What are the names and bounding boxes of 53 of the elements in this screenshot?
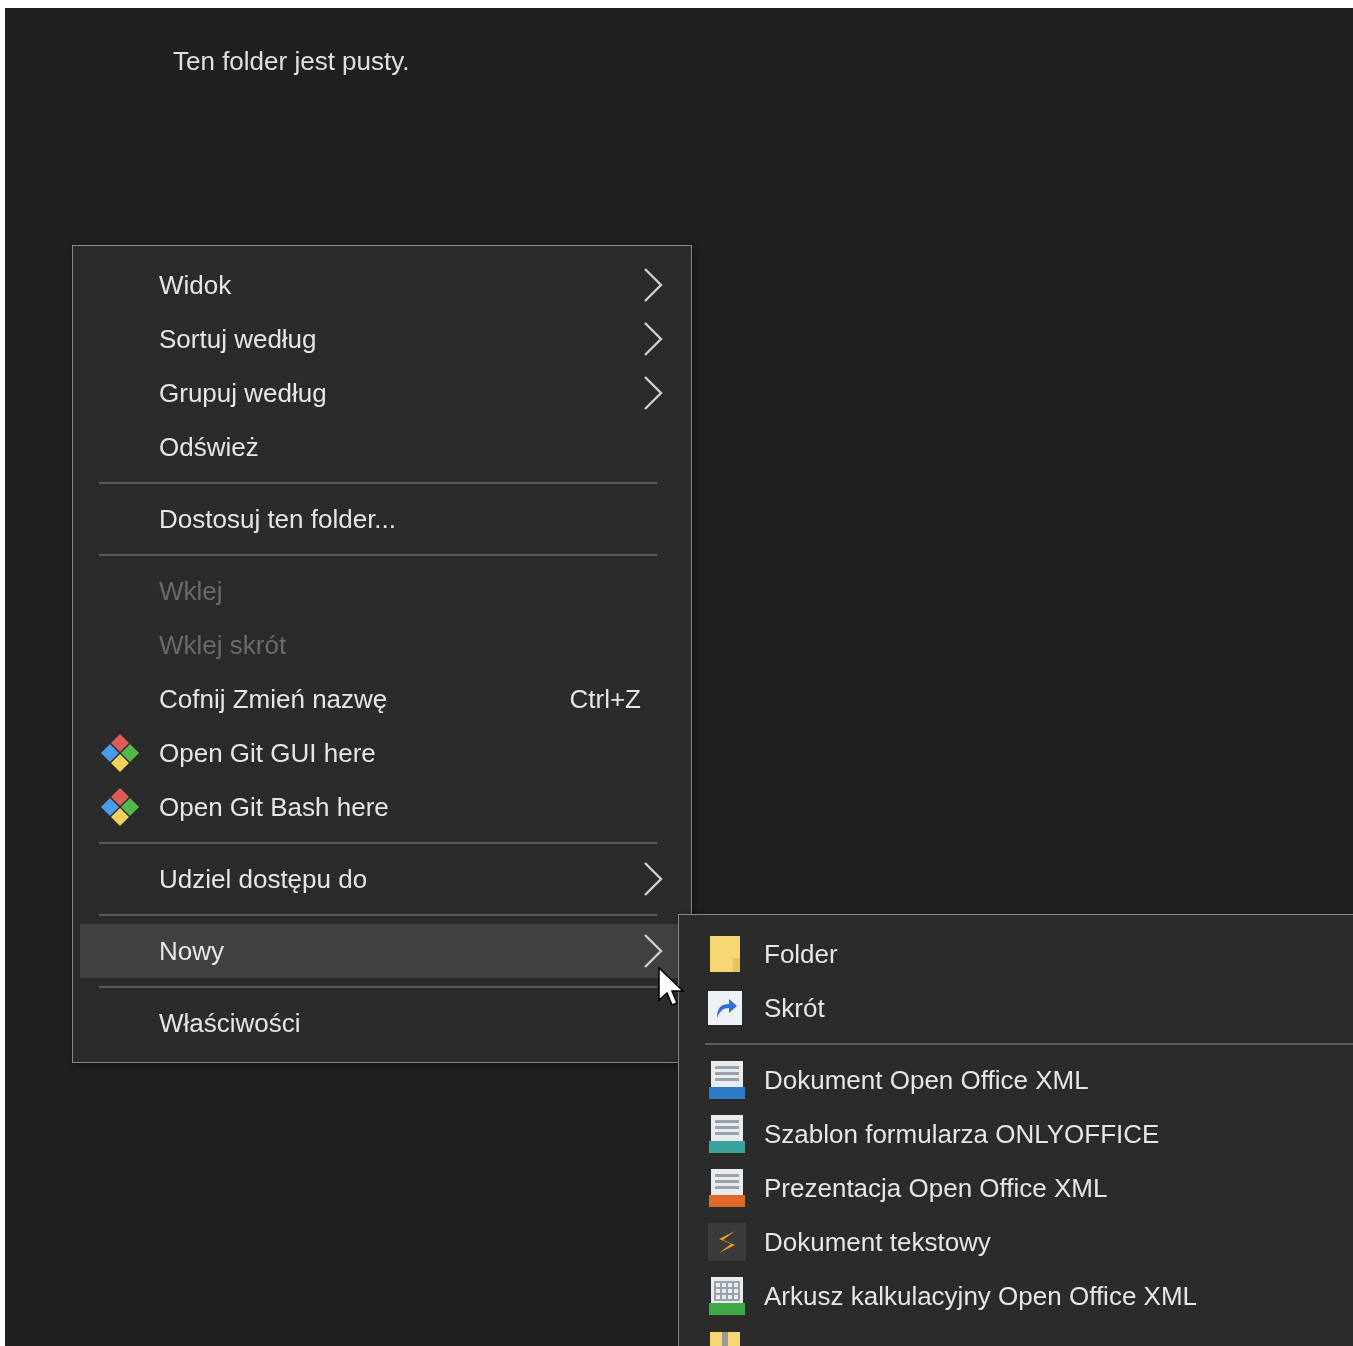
chevron-right-icon bbox=[643, 933, 663, 969]
menu-item[interactable]: Dostosuj ten folder... bbox=[80, 492, 684, 546]
menu-item[interactable]: Skrót bbox=[686, 981, 1353, 1035]
cursor-icon bbox=[657, 966, 685, 1008]
menu-item-label: Sortuj według bbox=[159, 323, 318, 355]
menu-item-label: Arkusz kalkulacyjny Open Office XML bbox=[764, 1280, 1199, 1312]
menu-item-label: Dokument Open Office XML bbox=[764, 1064, 1090, 1096]
menu-item[interactable]: Folder bbox=[686, 927, 1353, 981]
git-icon bbox=[99, 786, 141, 828]
menu-item-label: Wklej skrót bbox=[159, 629, 288, 661]
git-icon bbox=[99, 732, 141, 774]
menu-item[interactable]: Widok bbox=[80, 258, 684, 312]
menu-item[interactable]: Szablon formularza ONLYOFFICE bbox=[686, 1107, 1353, 1161]
menu-item-label: Grupuj według bbox=[159, 377, 328, 409]
menu-item[interactable]: Prezentacja Open Office XML bbox=[686, 1161, 1353, 1215]
menu-item-label: Nowy bbox=[159, 935, 225, 967]
empty-folder-message: Ten folder jest pusty. bbox=[173, 46, 410, 77]
shortcut-label: Ctrl+Z bbox=[569, 683, 641, 715]
menu-item[interactable]: Udziel dostępu do bbox=[80, 852, 684, 906]
folder-icon bbox=[707, 934, 743, 974]
menu-item[interactable]: Odśwież bbox=[80, 420, 684, 474]
menu-item[interactable]: Cofnij Zmień nazwę Ctrl+Z bbox=[80, 672, 684, 726]
text-editor-icon bbox=[707, 1222, 747, 1262]
shortcut-icon bbox=[707, 990, 743, 1026]
menu-item-label: Prezentacja Open Office XML bbox=[764, 1172, 1109, 1204]
chevron-right-icon bbox=[643, 321, 663, 357]
menu-item-label: Open Git Bash here bbox=[159, 791, 390, 823]
document-icon bbox=[707, 1168, 747, 1208]
menu-item-label: Cofnij Zmień nazwę bbox=[159, 683, 389, 715]
chevron-right-icon bbox=[643, 861, 663, 897]
document-icon bbox=[707, 1060, 747, 1100]
menu-item-label: Szablon formularza ONLYOFFICE bbox=[764, 1118, 1161, 1150]
menu-item[interactable]: Grupuj według bbox=[80, 366, 684, 420]
menu-item[interactable]: Open Git Bash here bbox=[80, 780, 684, 834]
chevron-right-icon bbox=[643, 375, 663, 411]
document-icon bbox=[707, 1114, 747, 1154]
menu-item-label: Dostosuj ten folder... bbox=[159, 503, 398, 535]
menu-item[interactable]: Open Git GUI here bbox=[80, 726, 684, 780]
chevron-right-icon bbox=[643, 267, 663, 303]
menu-item-label: Skrót bbox=[764, 992, 826, 1024]
menu-item-label: Folder bbox=[764, 938, 839, 970]
menu-item-label: Udziel dostępu do bbox=[159, 863, 369, 895]
menu-item-label: Wklej bbox=[159, 575, 224, 607]
menu-item[interactable]: Sortuj według bbox=[80, 312, 684, 366]
menu-item-label: Dokument tekstowy bbox=[764, 1226, 992, 1258]
menu-item-label: Open Git GUI here bbox=[159, 737, 377, 769]
menu-item-label: Odśwież bbox=[159, 431, 260, 463]
menu-item-label: Właściwości bbox=[159, 1007, 302, 1039]
menu-item[interactable]: Dokument Open Office XML bbox=[686, 1053, 1353, 1107]
menu-item[interactable]: Arkusz kalkulacyjny Open Office XML bbox=[686, 1269, 1353, 1323]
spreadsheet-icon bbox=[707, 1276, 747, 1316]
menu-item[interactable]: Dokument tekstowy bbox=[686, 1215, 1353, 1269]
menu-item-label: Widok bbox=[159, 269, 233, 301]
